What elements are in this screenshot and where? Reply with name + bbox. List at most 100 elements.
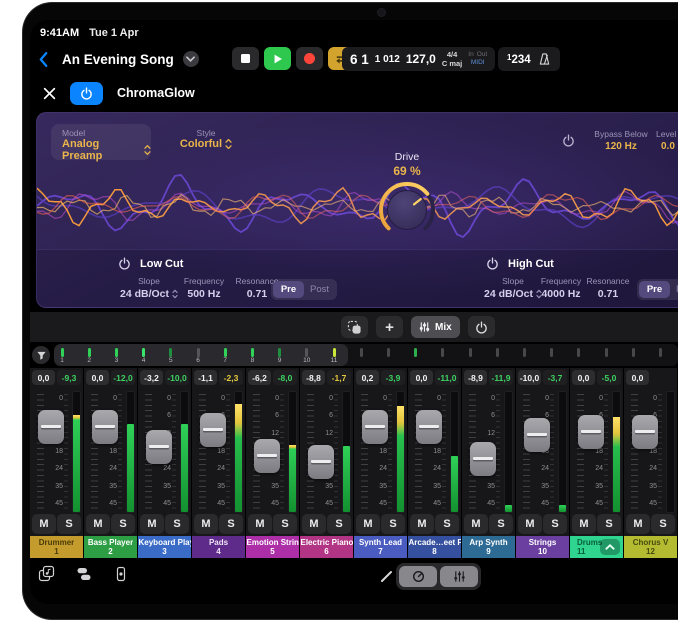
channel-name-label[interactable]: Keyboard Player3	[138, 536, 191, 558]
mute-button[interactable]: M	[572, 514, 596, 534]
channel-name-label[interactable]: Electric Piano6	[300, 536, 353, 558]
mix-view-button[interactable]: Mix	[411, 316, 460, 338]
highcut-post-button[interactable]: Post	[670, 281, 678, 298]
solo-button[interactable]: S	[327, 514, 351, 534]
lowcut-power-icon[interactable]	[118, 257, 131, 275]
bypass-power-icon[interactable]	[562, 134, 575, 152]
fader-handle[interactable]	[92, 410, 118, 444]
count-in-button[interactable]: 1234	[507, 50, 531, 68]
channel-name-label[interactable]: Bass Player2	[84, 536, 137, 558]
fader-handle[interactable]	[632, 415, 658, 449]
channel-led-number: 4	[136, 357, 152, 364]
fader-handle[interactable]	[254, 439, 280, 473]
mixer-power-button[interactable]	[468, 316, 495, 338]
fader-handle[interactable]	[38, 410, 64, 444]
fader-handle[interactable]	[308, 445, 334, 479]
filter-button[interactable]	[32, 346, 50, 364]
mute-button[interactable]: M	[356, 514, 380, 534]
volume-value[interactable]: 0,0	[626, 370, 649, 385]
solo-button[interactable]: S	[543, 514, 567, 534]
volume-value[interactable]: -1,1	[194, 370, 217, 385]
metronome-button[interactable]	[538, 52, 551, 66]
volume-value[interactable]: -8,8	[302, 370, 325, 385]
song-title[interactable]: An Evening Song	[62, 52, 174, 67]
highcut-resonance[interactable]: Resonance 0.71	[576, 276, 640, 300]
solo-button[interactable]: S	[597, 514, 621, 534]
solo-button[interactable]: S	[489, 514, 513, 534]
play-surfaces-icon[interactable]	[113, 566, 129, 582]
lowcut-pre-button[interactable]: Pre	[273, 281, 304, 298]
volume-value[interactable]: -3,2	[140, 370, 163, 385]
plugins-icon[interactable]	[76, 566, 92, 582]
fader-handle[interactable]	[362, 410, 388, 444]
collapse-chevron-button[interactable]	[600, 539, 620, 555]
volume-value[interactable]: -6,2	[248, 370, 271, 385]
style-selector[interactable]: Style Colorful	[165, 128, 247, 150]
stop-button[interactable]	[232, 47, 259, 70]
browsers-icon[interactable]	[38, 565, 55, 582]
channel-name-label[interactable]: Drummer1	[30, 536, 83, 558]
fader-scale-label: 18	[588, 448, 603, 455]
mute-button[interactable]: M	[194, 514, 218, 534]
fader-handle[interactable]	[470, 442, 496, 476]
solo-button[interactable]: S	[273, 514, 297, 534]
highcut-power-icon[interactable]	[486, 257, 499, 275]
mute-button[interactable]: M	[464, 514, 488, 534]
mute-button[interactable]: M	[140, 514, 164, 534]
highcut-pre-button[interactable]: Pre	[639, 281, 670, 298]
mute-button[interactable]: M	[248, 514, 272, 534]
bypass-below-control[interactable]: Bypass Below 120 Hz	[582, 129, 660, 152]
solo-button[interactable]: S	[651, 514, 675, 534]
volume-value[interactable]: 0,0	[572, 370, 595, 385]
record-button[interactable]	[296, 47, 323, 70]
mute-button[interactable]: M	[32, 514, 56, 534]
mute-button[interactable]: M	[626, 514, 650, 534]
close-plugin-button[interactable]	[43, 87, 56, 100]
faders-view-button[interactable]	[440, 566, 478, 587]
solo-button[interactable]: S	[381, 514, 405, 534]
channel-name-label[interactable]: Strings10	[516, 536, 569, 558]
channel-name-label[interactable]: Synth Lead7	[354, 536, 407, 558]
volume-value[interactable]: 0,0	[86, 370, 109, 385]
solo-button[interactable]: S	[111, 514, 135, 534]
song-header: An Evening Song	[38, 48, 199, 70]
fader-handle[interactable]	[200, 413, 226, 447]
add-plugin-button[interactable]: +	[376, 316, 403, 338]
overview-scrollbar[interactable]: 1234567891011	[54, 344, 678, 366]
channel-name-label[interactable]: Arcade…eet Pad8	[408, 536, 461, 558]
volume-value[interactable]: 0,0	[410, 370, 433, 385]
model-selector[interactable]: Model Analog Preamp	[51, 124, 151, 160]
solo-button[interactable]: S	[219, 514, 243, 534]
volume-value[interactable]: 0,0	[32, 370, 55, 385]
knob-view-button[interactable]	[399, 566, 437, 587]
volume-value[interactable]: 0,2	[356, 370, 379, 385]
volume-value[interactable]: -10,0	[518, 370, 541, 385]
fader-handle[interactable]	[416, 410, 442, 444]
channel-name-label[interactable]: Arp Synth9	[462, 536, 515, 558]
channel-name-label[interactable]: Chorus V12	[624, 536, 677, 558]
song-menu-chevron-icon[interactable]	[183, 51, 199, 67]
mute-button[interactable]: M	[518, 514, 542, 534]
play-button[interactable]	[264, 47, 291, 70]
volume-value[interactable]: -8,9	[464, 370, 487, 385]
solo-button[interactable]: S	[57, 514, 81, 534]
pencil-icon[interactable]	[379, 569, 394, 584]
mute-button[interactable]: M	[410, 514, 434, 534]
output-level-control[interactable]: Level 0.0	[656, 129, 678, 152]
fader-handle[interactable]	[578, 415, 604, 449]
paste-button[interactable]	[341, 316, 368, 338]
channel-name-label[interactable]: Pads4	[192, 536, 245, 558]
mute-button[interactable]: M	[302, 514, 326, 534]
drive-knob[interactable]	[375, 177, 439, 245]
solo-button[interactable]: S	[165, 514, 189, 534]
plugin-power-toggle[interactable]	[70, 82, 103, 105]
channel-led	[550, 348, 553, 357]
fader-handle[interactable]	[524, 418, 550, 452]
back-chevron-icon[interactable]	[38, 51, 49, 68]
solo-button[interactable]: S	[435, 514, 459, 534]
mute-button[interactable]: M	[86, 514, 110, 534]
lcd-display[interactable]: 6 1 1 012 127,0 4/4 C maj In Out MIDI	[342, 47, 495, 71]
channel-name-label[interactable]: Emotion Strings5	[246, 536, 299, 558]
fader-handle[interactable]	[146, 430, 172, 464]
lowcut-post-button[interactable]: Post	[304, 281, 335, 298]
